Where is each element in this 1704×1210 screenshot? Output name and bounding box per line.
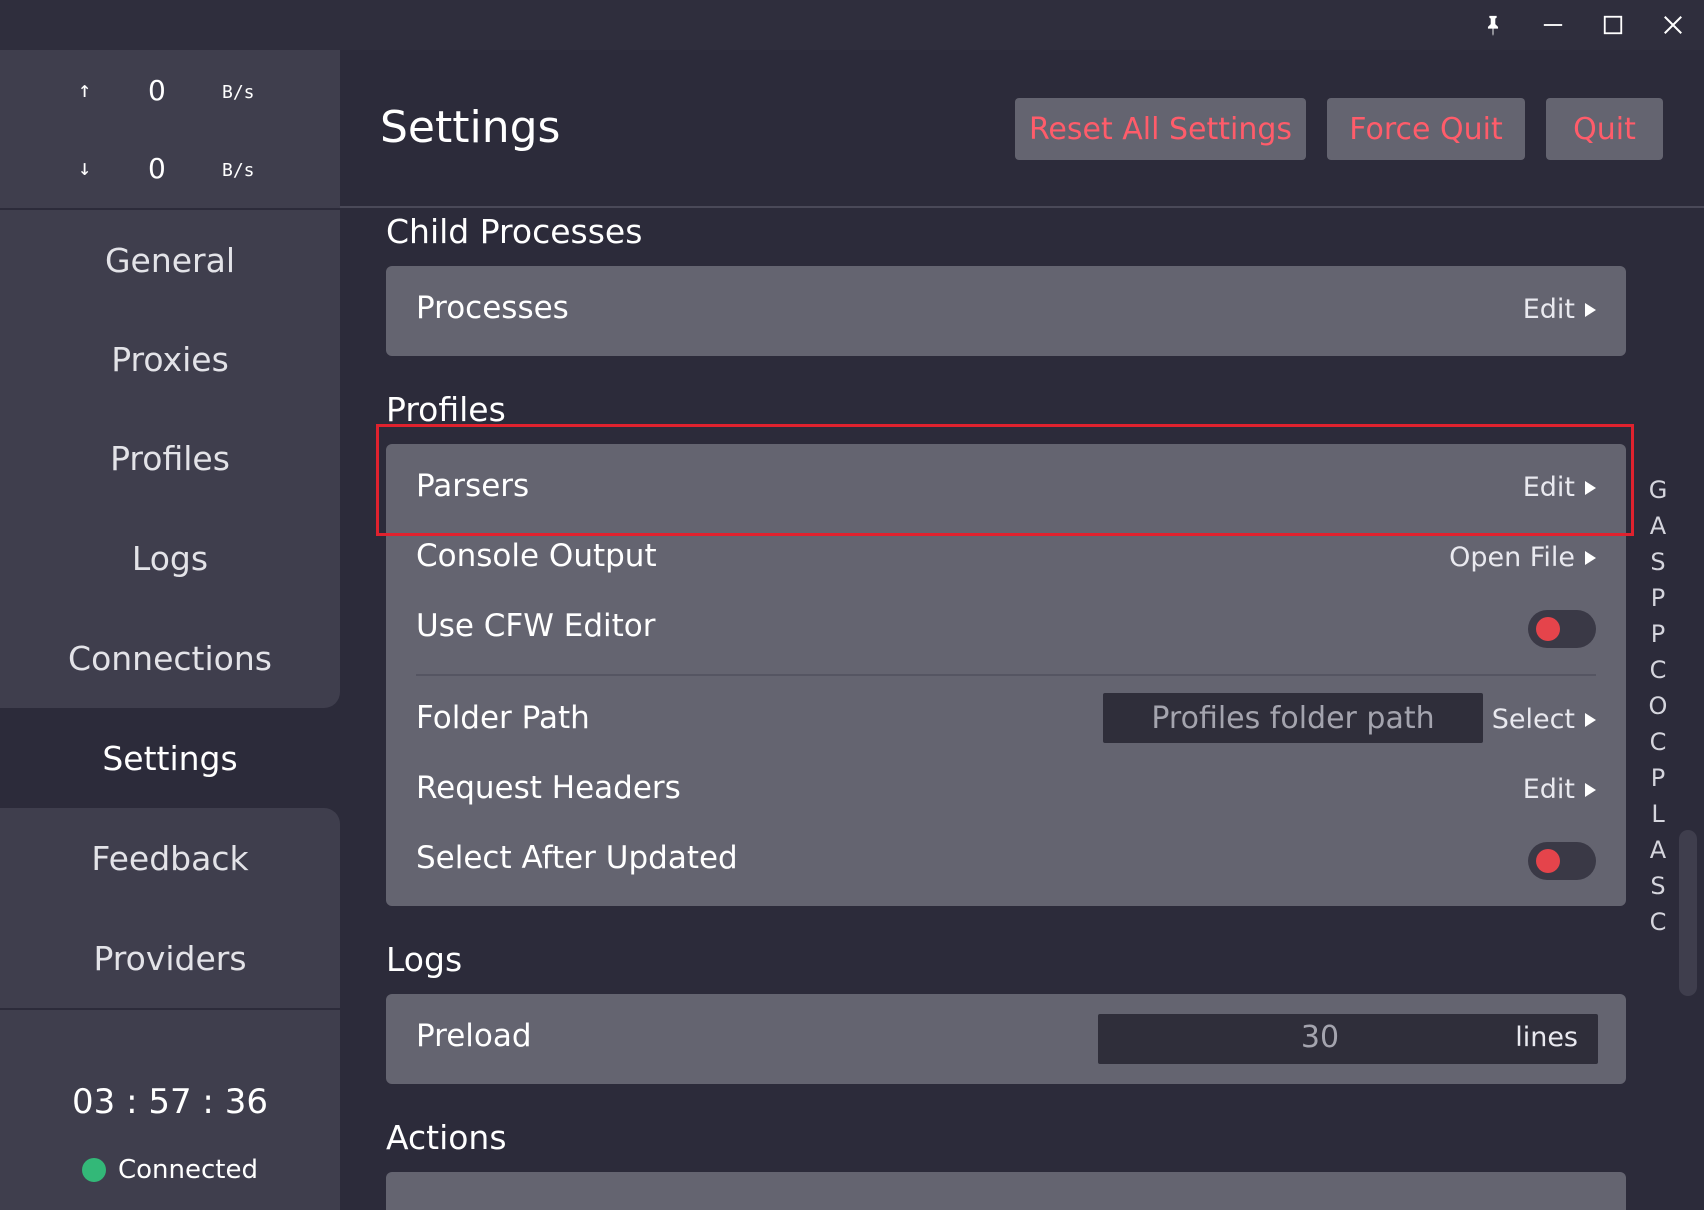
section-index-item[interactable]: O	[1648, 692, 1668, 728]
settings-header: Settings Reset All Settings Force Quit Q…	[340, 50, 1704, 208]
download-value: 0	[148, 152, 166, 185]
uptime-clock: 03 : 57 : 36	[72, 1082, 268, 1122]
toggle-knob	[1536, 617, 1560, 641]
upload-arrow-icon: ↑	[78, 78, 92, 103]
card-logs: Preload 30 lines	[386, 994, 1626, 1084]
caret-right-icon	[1585, 550, 1596, 565]
download-arrow-icon: ↓	[78, 156, 92, 181]
section-index-item[interactable]: C	[1648, 656, 1668, 692]
parsers-edit-label: Edit	[1522, 472, 1575, 503]
section-index-item[interactable]: L	[1648, 800, 1668, 836]
scrollbar-thumb[interactable]	[1679, 830, 1697, 996]
connected-dot-icon	[81, 1158, 106, 1182]
card-actions	[386, 1172, 1626, 1210]
upload-unit: B/s	[222, 82, 255, 103]
section-index-item[interactable]: A	[1648, 836, 1668, 872]
row-request-headers[interactable]: Request Headers Edit	[386, 756, 1626, 826]
section-index-item[interactable]: A	[1648, 512, 1668, 548]
section-title-logs: Logs	[386, 940, 463, 979]
preload-unit: lines	[1515, 1022, 1578, 1053]
download-speed: ↓ 0 B/s	[0, 148, 340, 188]
parsers-label: Parsers	[416, 468, 530, 504]
folder-path-input[interactable]: Profiles folder path	[1103, 693, 1483, 743]
select-label: Select	[1491, 704, 1575, 735]
select-after-updated-label: Select After Updated	[416, 840, 738, 876]
section-title-profiles: Profiles	[386, 390, 506, 429]
section-title-child-processes: Child Processes	[386, 212, 643, 251]
section-index-item[interactable]: C	[1648, 908, 1668, 944]
request-headers-label: Request Headers	[416, 770, 681, 806]
upload-speed: ↑ 0 B/s	[0, 70, 340, 110]
processes-edit-label: Edit	[1522, 294, 1575, 325]
section-index-item[interactable]: P	[1648, 764, 1668, 800]
row-console-output[interactable]: Console Output Open File	[386, 524, 1626, 594]
section-index-item[interactable]: S	[1648, 548, 1668, 584]
row-use-cfw-editor: Use CFW Editor	[386, 594, 1626, 664]
caret-right-icon	[1585, 712, 1596, 727]
row-parsers[interactable]: Parsers Edit	[386, 454, 1626, 524]
section-index-item[interactable]: P	[1648, 620, 1668, 656]
caret-right-icon	[1585, 302, 1596, 317]
pin-icon[interactable]	[1463, 0, 1523, 50]
row-processes[interactable]: Processes Edit	[386, 276, 1626, 346]
toggle-knob	[1536, 849, 1560, 873]
request-headers-edit-label: Edit	[1522, 774, 1575, 805]
section-index-item[interactable]: G	[1648, 476, 1668, 512]
processes-label: Processes	[416, 290, 569, 326]
section-index-item[interactable]: S	[1648, 872, 1668, 908]
open-file-label: Open File	[1449, 542, 1575, 573]
nav-group-top: General Proxies Profiles Logs Connection…	[0, 210, 340, 708]
section-index-item[interactable]: P	[1648, 584, 1668, 620]
quit-button[interactable]: Quit	[1546, 98, 1663, 160]
card-child-processes: Processes Edit	[386, 266, 1626, 356]
row-folder-path: Folder Path Profiles folder path Select	[386, 686, 1626, 756]
console-output-open-file-button[interactable]: Open File	[1449, 542, 1596, 573]
nav-group-bottom: Feedback Providers	[0, 808, 340, 1008]
processes-edit-button[interactable]: Edit	[1523, 294, 1596, 325]
title-bar	[0, 0, 1704, 50]
sidebar-item-connections[interactable]: Connections	[0, 608, 340, 708]
card-profiles: Parsers Edit Console Output Open File Us…	[386, 444, 1626, 906]
connection-status: Connected	[0, 1155, 340, 1185]
section-title-actions: Actions	[386, 1118, 507, 1157]
main-content: Settings Reset All Settings Force Quit Q…	[340, 50, 1704, 1210]
sidebar-item-logs[interactable]: Logs	[0, 508, 340, 608]
use-cfw-editor-toggle[interactable]	[1528, 610, 1596, 648]
section-index-item[interactable]: C	[1648, 728, 1668, 764]
divider	[416, 674, 1596, 676]
maximize-icon[interactable]	[1583, 0, 1643, 50]
sidebar: ↑ 0 B/s ↓ 0 B/s General Proxies Profiles…	[0, 50, 340, 1210]
use-cfw-editor-label: Use CFW Editor	[416, 608, 656, 644]
sidebar-item-proxies[interactable]: Proxies	[0, 309, 340, 409]
caret-right-icon	[1585, 782, 1596, 797]
folder-path-select-button[interactable]: Select	[1492, 704, 1596, 735]
preload-value: 30	[1300, 1020, 1340, 1055]
connection-label: Connected	[117, 1155, 258, 1185]
traffic-panel: ↑ 0 B/s ↓ 0 B/s	[0, 50, 340, 208]
preload-label: Preload	[416, 1018, 532, 1054]
upload-value: 0	[148, 74, 166, 107]
status-panel: 03 : 57 : 36 Connected	[0, 1010, 340, 1210]
minimize-icon[interactable]	[1523, 0, 1583, 50]
row-select-after-updated: Select After Updated	[386, 826, 1626, 896]
sidebar-item-settings[interactable]: Settings	[0, 708, 340, 808]
sidebar-item-general[interactable]: General	[0, 210, 340, 310]
sidebar-item-providers[interactable]: Providers	[0, 908, 340, 1008]
sidebar-item-feedback[interactable]: Feedback	[0, 808, 340, 908]
force-quit-button[interactable]: Force Quit	[1327, 98, 1525, 160]
request-headers-edit-button[interactable]: Edit	[1523, 774, 1596, 805]
console-output-label: Console Output	[416, 538, 657, 574]
download-unit: B/s	[222, 160, 255, 181]
select-after-updated-toggle[interactable]	[1528, 842, 1596, 880]
section-index: G A S P P C O C P L A S C	[1648, 476, 1668, 944]
page-title: Settings	[380, 102, 561, 153]
sidebar-item-profiles[interactable]: Profiles	[0, 408, 340, 508]
folder-path-label: Folder Path	[416, 700, 590, 736]
preload-input[interactable]: 30 lines	[1098, 1014, 1598, 1064]
reset-all-settings-button[interactable]: Reset All Settings	[1015, 98, 1306, 160]
close-icon[interactable]	[1643, 0, 1703, 50]
caret-right-icon	[1585, 480, 1596, 495]
parsers-edit-button[interactable]: Edit	[1523, 472, 1596, 503]
